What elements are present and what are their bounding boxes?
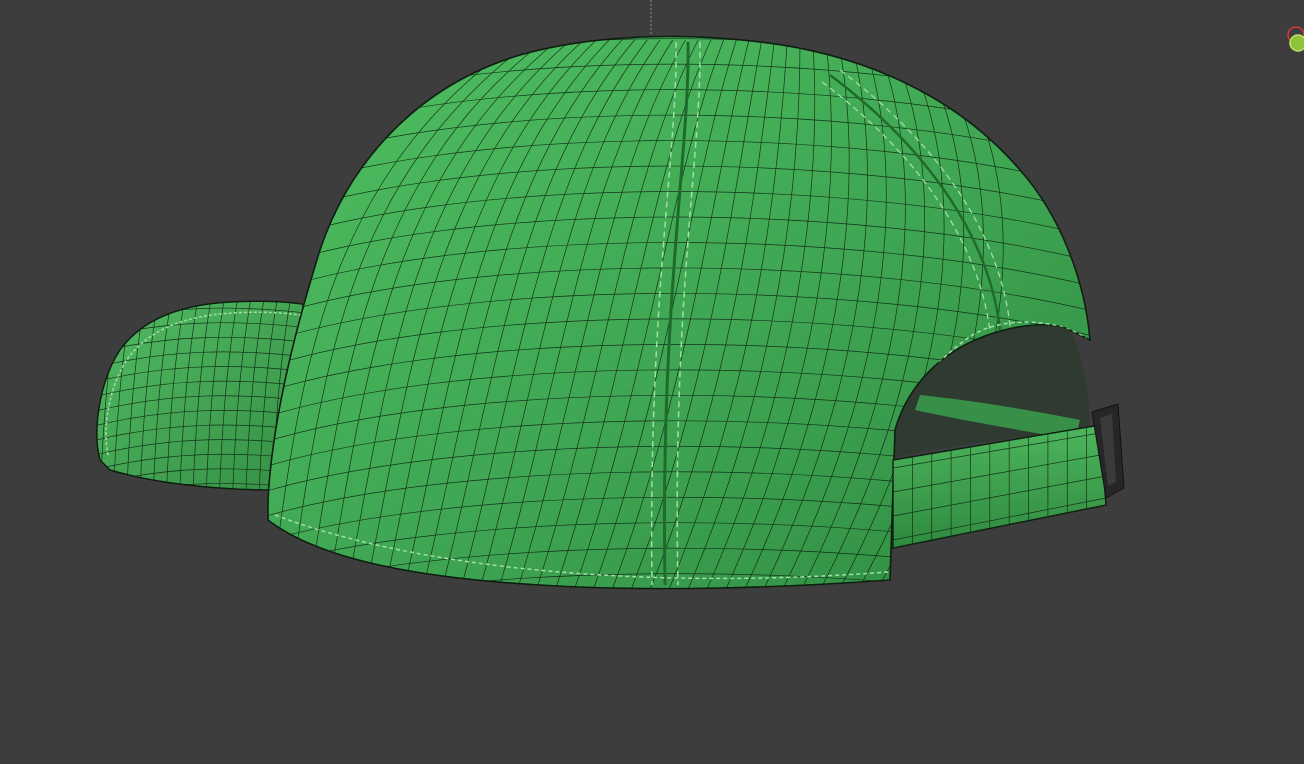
3d-viewport[interactable]	[0, 0, 1304, 764]
navigation-gizmo[interactable]	[1287, 26, 1304, 52]
y-axis-icon[interactable]	[1289, 34, 1304, 52]
viewport-canvas[interactable]	[0, 0, 1304, 764]
